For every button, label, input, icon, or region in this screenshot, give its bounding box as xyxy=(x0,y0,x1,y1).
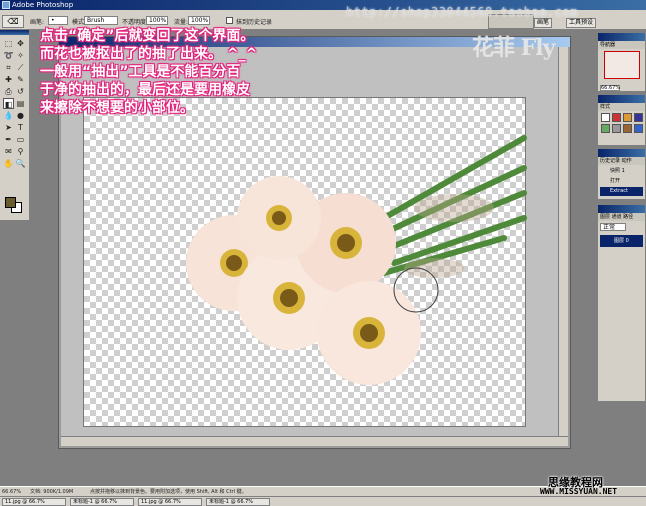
flow-input[interactable]: 100% xyxy=(188,16,210,25)
annotation-line-1: 点击“确定”后就变回了这个界面。 xyxy=(40,28,255,44)
photoshop-icon xyxy=(2,1,10,9)
eraser-tool-icon[interactable]: ◧ xyxy=(3,98,14,109)
history-item[interactable]: 快照 1 xyxy=(600,167,643,176)
status-doc-info: 文档: 900K/1.09M xyxy=(30,489,74,495)
opacity-label: 不透明度: xyxy=(122,19,149,26)
toolbox-grip[interactable] xyxy=(0,30,29,35)
lasso-tool-icon[interactable]: ➰ xyxy=(3,50,14,61)
type-tool-icon[interactable]: T xyxy=(15,122,26,133)
style-swatch[interactable] xyxy=(634,113,643,122)
healing-brush-tool-icon[interactable]: ✚ xyxy=(3,74,14,85)
annotation-line-3: 一般用“抽出”工具是不能百分百 xyxy=(40,64,241,80)
site-credit-url: WWW.MISSYUAN.NET xyxy=(540,487,618,496)
marquee-tool-icon[interactable]: ⬚ xyxy=(3,38,14,49)
styles-tabs[interactable]: 样式 xyxy=(598,103,645,111)
style-swatch[interactable] xyxy=(612,113,621,122)
url-watermark: http://shop33044568.taobao.com xyxy=(346,5,578,19)
erase-history-label: 抹到历史记录 xyxy=(236,19,273,26)
layers-palette: 图层 通道 路径 正常 图层 0 xyxy=(597,204,646,402)
app-title: Adobe Photoshop xyxy=(12,1,74,9)
status-zoom[interactable]: 66.67% xyxy=(2,488,21,496)
stamp-tool-icon[interactable]: ⎙ xyxy=(3,86,14,97)
eyedropper-tool-icon[interactable]: ⚲ xyxy=(15,146,26,157)
shape-tool-icon[interactable]: ▭ xyxy=(15,134,26,145)
path-selection-tool-icon[interactable]: ➤ xyxy=(3,122,14,133)
canvas[interactable] xyxy=(83,97,527,427)
opacity-input[interactable]: 100% xyxy=(146,16,168,25)
flow-label: 流量: xyxy=(174,19,189,26)
history-title-bar[interactable] xyxy=(598,149,645,157)
history-palette: 历史记录 动作 快照 1 打开 Extract xyxy=(597,148,646,200)
tab-brushes[interactable]: 画笔 xyxy=(534,18,553,28)
style-swatch[interactable] xyxy=(601,113,610,122)
styles-palette: 样式 xyxy=(597,94,646,146)
horizontal-scrollbar[interactable] xyxy=(61,436,568,446)
magic-wand-tool-icon[interactable]: ✧ xyxy=(15,50,26,61)
crop-tool-icon[interactable]: ⌗ xyxy=(3,62,14,73)
taskbar: 11.jpg @ 66.7% 未标题-1 @ 66.7% 11.jpg @ 66… xyxy=(0,496,646,506)
annotation-line-4: 于净的抽出的，最后还是要用橡皮 xyxy=(40,82,250,98)
foreground-color-swatch[interactable] xyxy=(5,197,16,208)
zoom-tool-icon[interactable]: 🔍 xyxy=(15,158,26,169)
layer-row[interactable]: 图层 0 xyxy=(600,235,643,247)
layers-tabs[interactable]: 图层 通道 路径 xyxy=(598,213,645,221)
navigator-thumbnail[interactable] xyxy=(604,51,640,79)
history-item-selected[interactable]: Extract xyxy=(600,187,643,196)
taskbar-item[interactable]: 11.jpg @ 66.7% xyxy=(2,498,66,506)
vertical-scrollbar[interactable] xyxy=(558,47,568,446)
styles-swatches xyxy=(601,113,643,133)
annotation-line-2: 而花也被抠出了的抽了出来。 ^_^ xyxy=(40,46,258,62)
style-swatch[interactable] xyxy=(634,124,643,133)
slice-tool-icon[interactable]: ⟋ xyxy=(15,62,26,73)
history-tabs[interactable]: 历史记录 动作 xyxy=(598,157,645,165)
navigator-title-bar[interactable] xyxy=(598,33,645,41)
annotation-line-5: 来擦除不想要的小部位。 xyxy=(40,100,194,116)
brush-preview[interactable]: • xyxy=(48,16,68,25)
layer-blend-mode-select[interactable]: 正常 xyxy=(600,223,626,231)
brush-label: 画笔: xyxy=(30,19,45,26)
style-swatch[interactable] xyxy=(623,113,632,122)
status-hint: 点按并拖移以抹到背景色。要用附加选项，使用 Shift, Alt 和 Ctrl … xyxy=(90,489,247,495)
history-item[interactable]: 打开 xyxy=(600,177,643,186)
eraser-tool-preset-button[interactable]: ⌫ xyxy=(2,15,24,28)
gradient-tool-icon[interactable]: ▤ xyxy=(15,98,26,109)
taskbar-item[interactable]: 未标题-1 @ 66.7% xyxy=(70,498,134,506)
blur-tool-icon[interactable]: 💧 xyxy=(3,110,14,121)
tab-tool-presets[interactable]: 工具预设 xyxy=(566,18,597,28)
navigator-palette: 导航器 66.67% xyxy=(597,32,646,92)
mode-select[interactable]: Brush xyxy=(84,16,118,25)
hand-tool-icon[interactable]: ✋ xyxy=(3,158,14,169)
notes-tool-icon[interactable]: ✉ xyxy=(3,146,14,157)
brand-watermark: 花菲 Fly xyxy=(472,35,555,61)
dodge-tool-icon[interactable]: ● xyxy=(15,110,26,121)
history-brush-tool-icon[interactable]: ↺ xyxy=(15,86,26,97)
style-swatch[interactable] xyxy=(623,124,632,133)
layers-title-bar[interactable] xyxy=(598,205,645,213)
move-tool-icon[interactable]: ✥ xyxy=(15,38,26,49)
toolbox: ⬚ ✥ ➰ ✧ ⌗ ⟋ ✚ ✎ ⎙ ↺ ◧ ▤ 💧 ● ➤ T ✒ ▭ ✉ ⚲ … xyxy=(0,30,30,220)
extracted-flowers-image xyxy=(186,135,527,385)
erase-history-checkbox[interactable] xyxy=(226,17,233,24)
brush-tool-icon[interactable]: ✎ xyxy=(15,74,26,85)
style-swatch[interactable] xyxy=(601,124,610,133)
styles-title-bar[interactable] xyxy=(598,95,645,103)
navigator-zoom-input[interactable]: 66.67% xyxy=(600,85,620,91)
taskbar-item[interactable]: 11.jpg @ 66.7% xyxy=(138,498,202,506)
flower-4 xyxy=(317,281,421,385)
taskbar-item[interactable]: 未标题-1 @ 66.7% xyxy=(206,498,270,506)
flower-5 xyxy=(237,176,321,260)
pen-tool-icon[interactable]: ✒ xyxy=(3,134,14,145)
navigator-tabs[interactable]: 导航器 xyxy=(598,41,645,49)
style-swatch[interactable] xyxy=(612,124,621,133)
